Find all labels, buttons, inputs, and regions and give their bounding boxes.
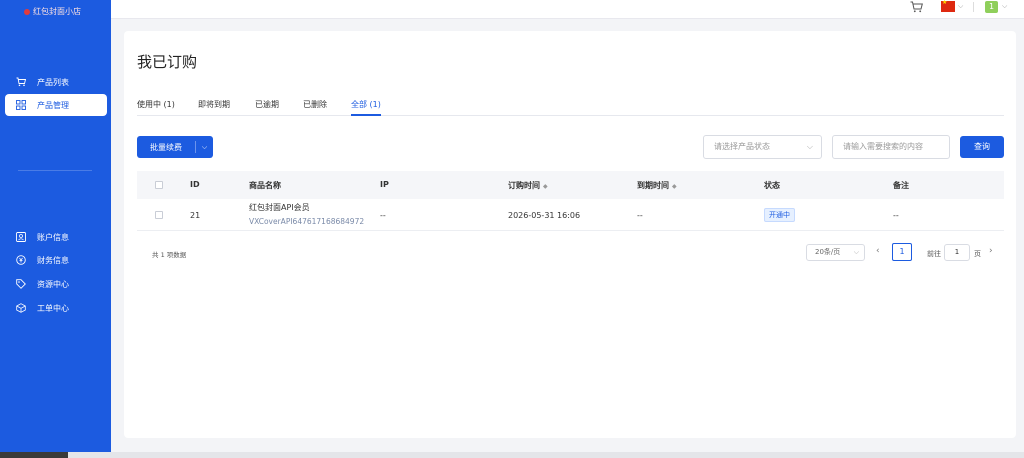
page-title: 我已订购	[137, 53, 198, 71]
sidebar-item-account[interactable]: 账户信息	[5, 226, 107, 248]
sort-icon[interactable]: ◆	[672, 183, 677, 190]
page-unit-label: 页	[974, 250, 981, 258]
column-header-name: 商品名称	[249, 181, 281, 190]
cell-expire-time: --	[637, 211, 643, 220]
cell-order-time: 2026-05-31 16:06	[508, 211, 581, 220]
column-header-order-time[interactable]: 订购时间 ◆	[508, 180, 548, 191]
cell-remark: --	[893, 211, 899, 220]
page-size-select[interactable]: 20条/页 ⌵	[806, 244, 865, 261]
sidebar-item-label: 工单中心	[37, 303, 69, 313]
box-icon	[15, 303, 27, 313]
sidebar-item-tickets[interactable]: 工单中心	[5, 297, 107, 319]
money-icon	[15, 255, 27, 265]
status-select-placeholder: 请选择产品状态	[714, 142, 770, 151]
goto-page-input[interactable]: 1	[944, 244, 970, 261]
sort-icon[interactable]: ◆	[543, 183, 548, 190]
chevron-down-icon[interactable]: ⌵	[958, 2, 963, 11]
chevron-down-icon[interactable]: ⌵	[196, 143, 213, 152]
column-header-status: 状态	[764, 181, 780, 190]
goto-label: 前往	[927, 250, 941, 258]
sidebar-divider	[18, 170, 92, 171]
chevron-down-icon[interactable]: ⌵	[1002, 2, 1007, 11]
page-size-value: 20条/页	[815, 248, 841, 256]
cell-id: 21	[190, 211, 201, 220]
logo-icon	[24, 8, 30, 15]
header-divider	[973, 2, 974, 12]
sidebar-item-product-list[interactable]: 产品列表	[5, 71, 107, 93]
sidebar-item-label: 产品管理	[37, 100, 69, 110]
next-page-icon[interactable]: ›	[989, 246, 993, 256]
taskbar-start	[0, 452, 68, 458]
status-badge: 开通中	[764, 208, 795, 222]
sidebar: 红包封面小店 产品列表 产品管理 账户信息 财务信息 资源中心 工单中心	[0, 0, 111, 452]
cell-ip: --	[380, 211, 386, 220]
column-header-ip: IP	[380, 180, 389, 189]
main-card: 我已订购 使用中 (1) 即将到期 已逾期 已删除 全部 (1) 批量续费 ⌵ …	[124, 31, 1016, 438]
sidebar-item-label: 产品列表	[37, 77, 69, 87]
sidebar-item-product-manage[interactable]: 产品管理	[5, 94, 107, 116]
query-button[interactable]: 查询	[960, 136, 1004, 158]
select-all-checkbox[interactable]	[155, 181, 163, 189]
column-header-label: 到期时间	[637, 181, 669, 190]
chevron-down-icon: ⌵	[853, 248, 859, 256]
tab-bar: 使用中 (1) 即将到期 已逾期 已删除 全部 (1)	[137, 99, 1004, 116]
table-header: ID 商品名称 IP 订购时间 ◆ 到期时间 ◆ 状态 备注	[137, 171, 1004, 199]
tab-all[interactable]: 全部 (1)	[351, 99, 381, 116]
tag-icon	[15, 279, 27, 289]
tab-overdue[interactable]: 已逾期	[255, 99, 279, 116]
status-select[interactable]: 请选择产品状态 ⌵	[703, 135, 822, 159]
table-row[interactable]: 21 红包封面API会员 VXCoverAPI647617168684972 -…	[137, 199, 1004, 231]
batch-renew-label: 批量续费	[150, 142, 182, 152]
grid-icon	[15, 100, 27, 110]
cart-icon	[15, 77, 27, 87]
search-placeholder: 请输入需要搜索的内容	[843, 142, 923, 151]
search-input[interactable]: 请输入需要搜索的内容	[832, 135, 950, 159]
column-header-remark: 备注	[893, 181, 909, 190]
sidebar-item-label: 账户信息	[37, 232, 69, 242]
cell-product-code[interactable]: VXCoverAPI647617168684972	[249, 217, 364, 226]
column-header-id: ID	[190, 180, 200, 189]
prev-page-icon[interactable]: ‹	[876, 246, 880, 256]
logo[interactable]: 红包封面小店	[24, 6, 81, 17]
sidebar-item-resources[interactable]: 资源中心	[5, 273, 107, 295]
row-checkbox[interactable]	[155, 211, 163, 219]
cn-flag-icon[interactable]	[941, 0, 955, 12]
taskbar	[0, 452, 1024, 458]
avatar[interactable]: 1	[985, 1, 998, 13]
tab-deleted[interactable]: 已删除	[303, 99, 327, 116]
column-header-label: 订购时间	[508, 181, 540, 190]
logo-text: 红包封面小店	[33, 7, 81, 16]
tab-in-use[interactable]: 使用中 (1)	[137, 99, 175, 116]
cell-product-name: 红包封面API会员	[249, 203, 310, 212]
tab-expiring[interactable]: 即将到期	[198, 99, 230, 116]
total-count: 共 1 项数据	[152, 251, 187, 259]
sidebar-item-label: 财务信息	[37, 255, 69, 265]
user-card-icon	[15, 232, 27, 242]
chevron-down-icon: ⌵	[806, 142, 813, 151]
sidebar-item-label: 资源中心	[37, 279, 69, 289]
batch-renew-button[interactable]: 批量续费 ⌵	[137, 136, 213, 158]
cart-icon[interactable]	[910, 1, 923, 15]
column-header-expire-time[interactable]: 到期时间 ◆	[637, 180, 677, 191]
sidebar-item-finance[interactable]: 财务信息	[5, 249, 107, 271]
top-bar	[111, 0, 1024, 19]
page-number-current[interactable]: 1	[892, 243, 912, 261]
